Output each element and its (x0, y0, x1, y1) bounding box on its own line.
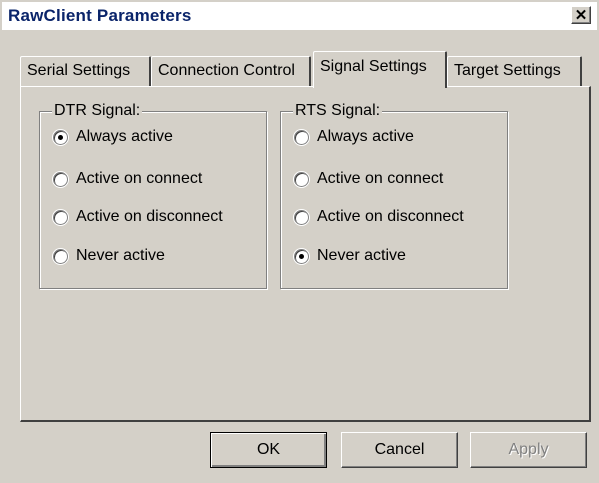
radio-checked-icon (294, 248, 309, 264)
tab-label: Connection Control (158, 62, 295, 79)
radio-label: Active on connect (317, 170, 444, 187)
radio-unchecked-icon (53, 171, 68, 187)
apply-button[interactable]: Apply (470, 432, 587, 468)
radio-label: Active on connect (76, 170, 203, 187)
rts-signal-group: RTS Signal: Always active Active on conn… (280, 101, 508, 289)
tab-label: Signal Settings (320, 58, 427, 75)
dtr-radio-never-active[interactable]: Never active (53, 245, 165, 267)
tab-serial-settings[interactable]: Serial Settings (20, 56, 151, 86)
dtr-signal-group: DTR Signal: Always active Active on conn… (39, 101, 267, 289)
rts-radio-never-active[interactable]: Never active (294, 245, 406, 267)
radio-unchecked-icon (294, 129, 309, 145)
radio-unchecked-icon (294, 171, 309, 187)
radio-unchecked-icon (294, 209, 309, 225)
dtr-radio-active-on-connect[interactable]: Active on connect (53, 168, 202, 190)
tab-label: Target Settings (454, 62, 561, 79)
cancel-button[interactable]: Cancel (341, 432, 458, 468)
close-button[interactable]: ✕ (571, 6, 591, 24)
radio-label: Active on disconnect (317, 208, 464, 225)
rts-radio-always-active[interactable]: Always active (294, 126, 414, 148)
window-title: RawClient Parameters (8, 6, 192, 25)
radio-unchecked-icon (53, 248, 68, 264)
title-bar: RawClient Parameters ✕ (2, 2, 597, 30)
radio-label: Active on disconnect (76, 208, 223, 225)
dialog-window: RawClient Parameters ✕ Serial Settings C… (0, 0, 599, 483)
tab-connection-control[interactable]: Connection Control (151, 56, 311, 86)
dtr-radio-active-on-disconnect[interactable]: Active on disconnect (53, 206, 223, 228)
rts-radio-active-on-connect[interactable]: Active on connect (294, 168, 443, 190)
rts-radio-active-on-disconnect[interactable]: Active on disconnect (294, 206, 464, 228)
radio-label: Always active (317, 128, 414, 145)
radio-checked-icon (53, 129, 68, 145)
close-icon: ✕ (574, 6, 588, 24)
tab-target-settings[interactable]: Target Settings (447, 56, 582, 86)
radio-label: Never active (317, 247, 406, 264)
tab-signal-settings[interactable]: Signal Settings (313, 51, 447, 88)
dtr-group-label: DTR Signal: (52, 101, 143, 121)
radio-label: Always active (76, 128, 173, 145)
radio-unchecked-icon (53, 209, 68, 225)
radio-label: Never active (76, 247, 165, 264)
tab-label: Serial Settings (27, 62, 131, 79)
rts-group-label: RTS Signal: (293, 101, 383, 121)
ok-button[interactable]: OK (210, 432, 327, 468)
dtr-radio-always-active[interactable]: Always active (53, 126, 173, 148)
